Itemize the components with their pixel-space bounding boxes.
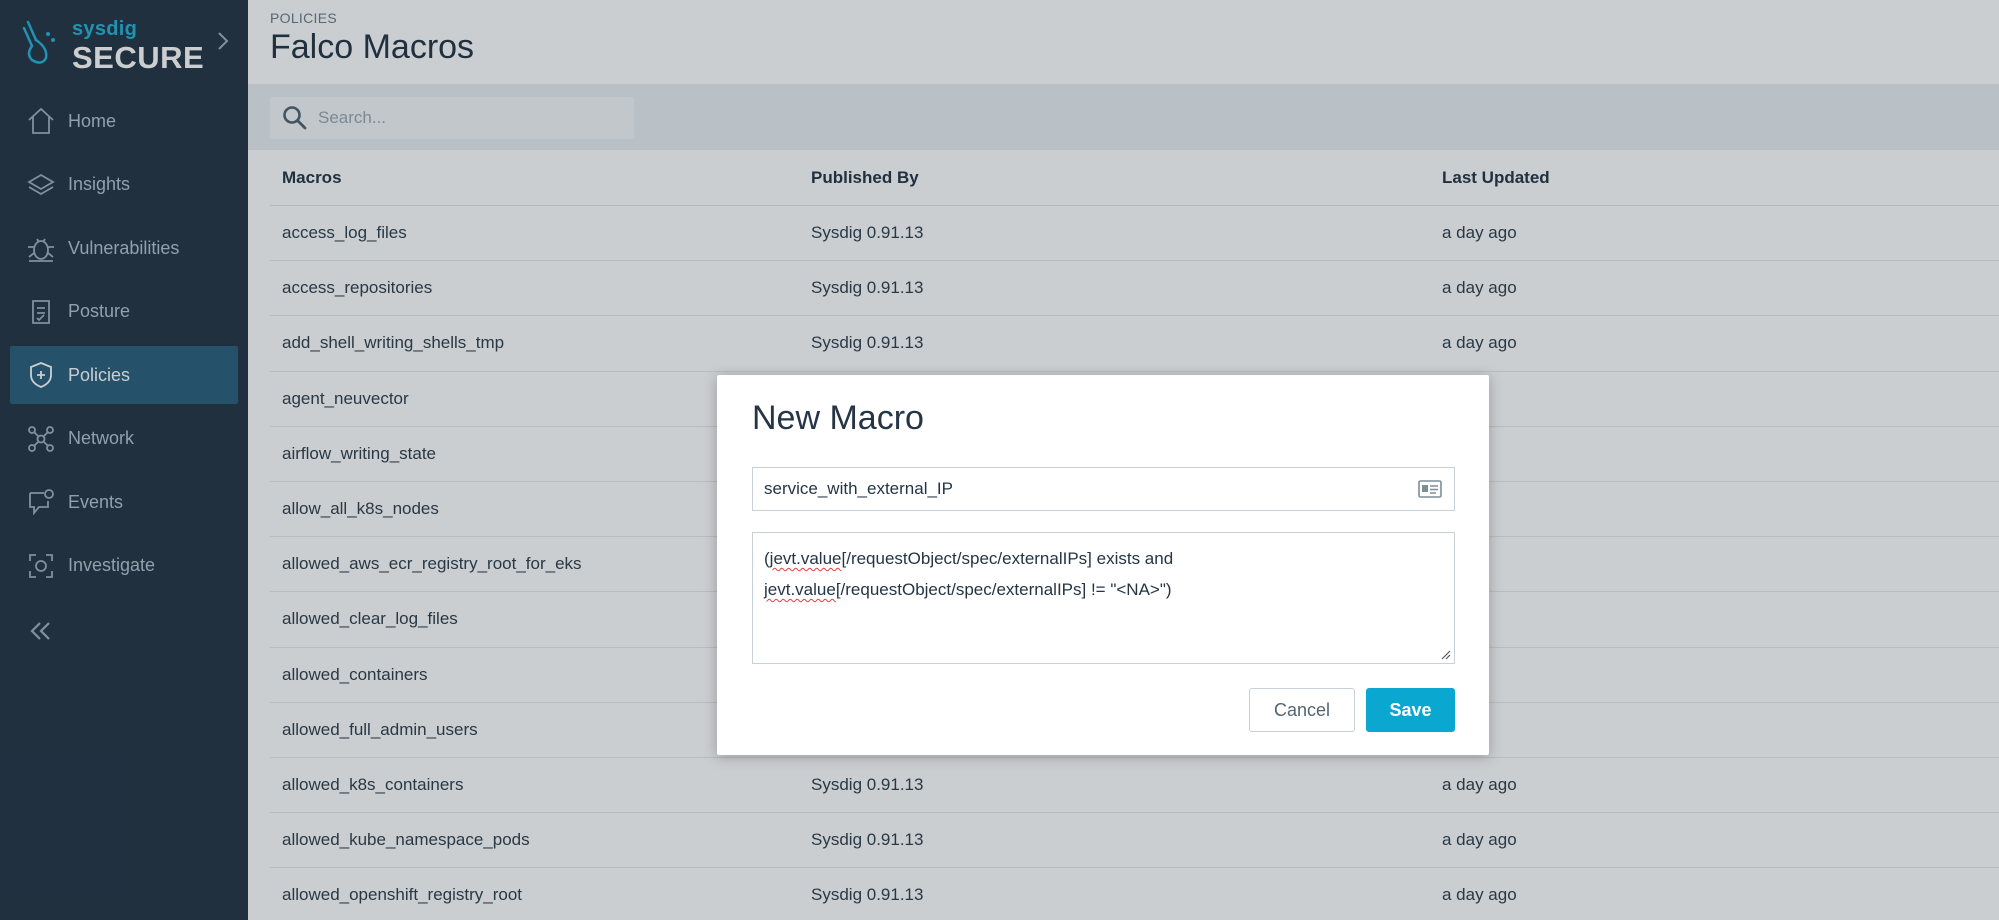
macro-name-input[interactable] — [764, 479, 1384, 499]
dialog-title: New Macro — [752, 399, 924, 437]
contact-card-icon — [1418, 480, 1442, 498]
cancel-button[interactable]: Cancel — [1249, 688, 1355, 732]
save-button[interactable]: Save — [1366, 688, 1455, 732]
condition-line: jevt.value[/requestObject/spec/externalI… — [764, 580, 1172, 599]
condition-line: (jevt.value[/requestObject/spec/external… — [764, 549, 1174, 568]
new-macro-dialog: New Macro (jevt.value[/requestObject/spe… — [717, 375, 1489, 755]
macro-condition-textarea[interactable]: (jevt.value[/requestObject/spec/external… — [752, 532, 1455, 664]
macro-name-field[interactable] — [752, 467, 1455, 511]
resize-handle-icon[interactable] — [1439, 648, 1451, 660]
